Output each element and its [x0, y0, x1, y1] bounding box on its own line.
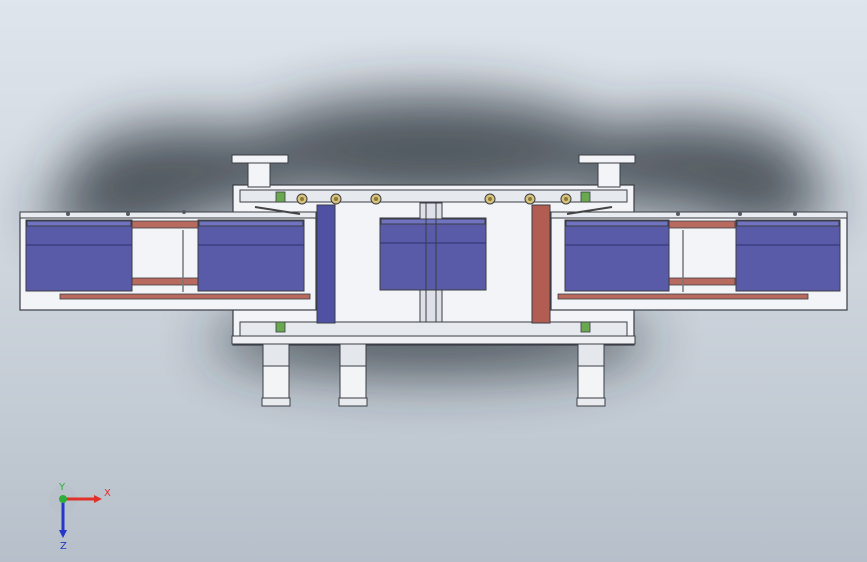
left-top-post — [247, 162, 271, 188]
pulley-hub-3 — [374, 197, 378, 201]
leg-cylinder-body-3 — [577, 365, 605, 399]
y-axis-dot — [59, 495, 67, 503]
product-block-4 — [564, 219, 670, 292]
center-guide-bottom — [419, 289, 443, 323]
leg-foot-1 — [261, 397, 291, 407]
right-vertical-roller — [531, 204, 551, 324]
belt-6 — [557, 293, 809, 300]
bracket-4 — [580, 321, 591, 333]
product-block-highlight-2 — [198, 220, 304, 227]
left-top-edge — [19, 211, 317, 219]
x-axis-arrow — [94, 495, 102, 503]
leg-foot-3 — [576, 397, 606, 407]
z-axis-label: Z — [60, 541, 67, 550]
right-top-flange — [578, 154, 636, 164]
product-block-highlight-1 — [26, 220, 132, 227]
conveyor-model[interactable] — [0, 0, 867, 562]
z-axis-arrow — [59, 530, 67, 538]
pulley-hub-5 — [528, 197, 532, 201]
fastener-5 — [738, 212, 742, 216]
fastener-2 — [126, 212, 130, 216]
product-block-2 — [197, 219, 305, 292]
product-block-3 — [379, 217, 487, 291]
leg-foot-2 — [338, 397, 368, 407]
bottom-rail — [239, 321, 628, 337]
product-block-highlight-4 — [565, 220, 669, 227]
orientation-triad: X Y Z — [49, 482, 111, 550]
leg-cylinder-top-1 — [262, 343, 290, 367]
product-block-1 — [25, 219, 133, 292]
bracket-3 — [275, 321, 286, 333]
pulley-hub-2 — [334, 197, 338, 201]
fastener-1 — [66, 212, 70, 216]
y-axis-label: Y — [58, 482, 66, 493]
left-vertical-roller — [316, 204, 336, 324]
belt-3 — [59, 293, 311, 300]
x-axis-label: X — [104, 488, 111, 499]
leg-cylinder-body-1 — [262, 365, 290, 399]
fastener-4 — [676, 212, 680, 216]
pulley-hub-6 — [564, 197, 568, 201]
fastener-3 — [182, 210, 186, 214]
model-layer — [19, 154, 848, 407]
base-plate — [231, 335, 636, 345]
bracket-2 — [580, 191, 591, 203]
right-top-edge — [550, 211, 848, 219]
pulley-hub-4 — [488, 197, 492, 201]
right-top-post — [597, 162, 621, 188]
product-block-highlight-3 — [380, 218, 486, 225]
cad-viewport[interactable] — [0, 0, 867, 562]
fastener-6 — [793, 212, 797, 216]
left-top-flange — [231, 154, 289, 164]
center-guide-top — [419, 202, 443, 220]
leg-cylinder-body-2 — [339, 365, 367, 399]
product-block-5 — [735, 219, 841, 292]
pulley-hub-1 — [300, 197, 304, 201]
product-block-highlight-5 — [736, 220, 840, 227]
bracket-1 — [275, 191, 286, 203]
leg-cylinder-top-3 — [577, 343, 605, 367]
leg-cylinder-top-2 — [339, 343, 367, 367]
